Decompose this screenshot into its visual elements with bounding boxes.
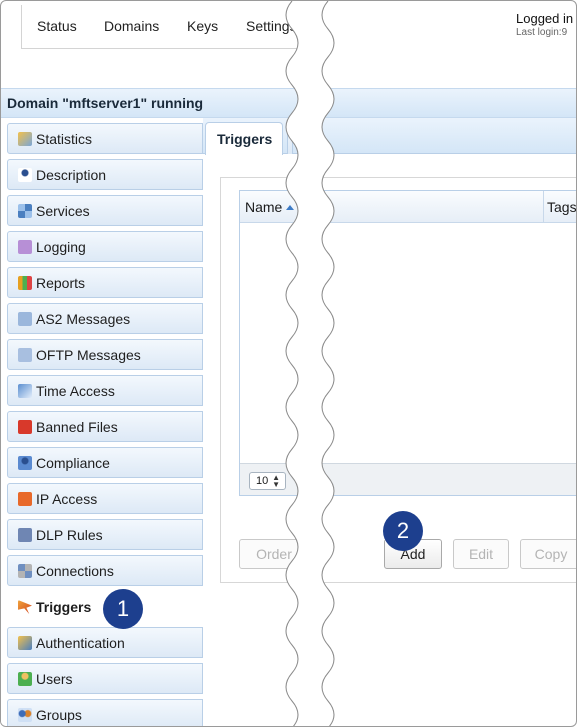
sidebar-item-ip-access[interactable]: IP Access bbox=[7, 483, 203, 514]
sidebar-item-label: Users bbox=[36, 671, 73, 687]
callout-badge-2: 2 bbox=[383, 511, 423, 551]
sidebar-item-label: Connections bbox=[36, 563, 114, 579]
services-icon bbox=[18, 204, 32, 218]
order-button[interactable]: Order bbox=[239, 539, 309, 569]
page-size-select[interactable]: 10 ▲ ▼ bbox=[249, 472, 286, 490]
sidebar-item-statistics[interactable]: Statistics bbox=[7, 123, 203, 154]
sidebar-item-authentication[interactable]: Authentication bbox=[7, 627, 203, 658]
sidebar-item-as2-messages[interactable]: AS2 Messages bbox=[7, 303, 203, 334]
triggers-grid: Name Tags 10 ▲ ▼ bbox=[239, 190, 576, 496]
sidebar-item-label: Statistics bbox=[36, 131, 93, 147]
compliance-icon bbox=[18, 456, 32, 470]
sidebar-item-services[interactable]: Services bbox=[7, 195, 203, 226]
sort-ascending-icon bbox=[286, 205, 294, 210]
sidebar-item-label: DLP Rules bbox=[36, 527, 103, 543]
column-header-tags[interactable]: Tags bbox=[547, 199, 576, 215]
authentication-icon bbox=[18, 636, 32, 650]
nav-domains[interactable]: Domains bbox=[104, 18, 159, 34]
sidebar-item-label: Description bbox=[36, 167, 107, 183]
sidebar-item-compliance[interactable]: Compliance bbox=[7, 447, 203, 478]
dlp-rules-icon bbox=[18, 528, 32, 542]
sidebar-item-label: AS2 Messages bbox=[36, 311, 131, 327]
sidebar-item-label: Groups bbox=[36, 707, 82, 723]
users-icon bbox=[18, 672, 32, 686]
nav-status[interactable]: Status bbox=[37, 18, 77, 34]
tab-label: Triggers bbox=[217, 131, 273, 147]
sidebar-item-label: Services bbox=[36, 203, 90, 219]
page-size-value: 10 bbox=[256, 475, 269, 487]
sidebar: Statistics Description Services Logging … bbox=[1, 118, 203, 726]
sidebar-item-users[interactable]: Users bbox=[7, 663, 203, 694]
sidebar-item-banned-files[interactable]: Banned Files bbox=[7, 411, 203, 442]
edit-button[interactable]: Edit bbox=[453, 539, 509, 569]
nav-keys[interactable]: Keys bbox=[187, 18, 218, 34]
connections-icon bbox=[18, 564, 32, 578]
sidebar-item-label: Reports bbox=[36, 275, 86, 291]
sidebar-item-label: Authentication bbox=[36, 635, 125, 651]
description-icon bbox=[18, 168, 32, 182]
sidebar-item-label: Logging bbox=[36, 239, 86, 255]
column-divider[interactable] bbox=[543, 191, 544, 223]
sidebar-item-time-access[interactable]: Time Access bbox=[7, 375, 203, 406]
oftp-messages-icon bbox=[18, 348, 32, 362]
sidebar-item-reports[interactable]: Reports bbox=[7, 267, 203, 298]
ip-access-icon bbox=[18, 492, 32, 506]
domain-header: Domain "mftserver1" running bbox=[1, 88, 576, 118]
sidebar-item-label: Time Access bbox=[36, 383, 115, 399]
as2-messages-icon bbox=[18, 312, 32, 326]
sidebar-item-connections[interactable]: Connections bbox=[7, 555, 203, 586]
tab-secondary[interactable] bbox=[287, 122, 293, 154]
spinner-arrows-icon: ▲ ▼ bbox=[272, 473, 280, 489]
grid-header: Name Tags bbox=[240, 191, 576, 223]
nav-settings[interactable]: Settings bbox=[246, 18, 297, 34]
copy-button[interactable]: Copy bbox=[520, 539, 576, 569]
sidebar-item-label: Banned Files bbox=[36, 419, 118, 435]
sidebar-item-groups[interactable]: Groups bbox=[7, 699, 203, 726]
top-navigation: Status Domains Keys Settings bbox=[21, 5, 311, 49]
banned-files-icon bbox=[18, 420, 32, 434]
callout-badge-1: 1 bbox=[103, 589, 143, 629]
logging-icon bbox=[18, 240, 32, 254]
login-status: Logged in bbox=[516, 11, 574, 26]
sidebar-item-dlp-rules[interactable]: DLP Rules bbox=[7, 519, 203, 550]
column-header-name[interactable]: Name bbox=[245, 199, 282, 215]
grid-pager: 10 ▲ ▼ bbox=[240, 463, 576, 495]
triggers-icon bbox=[18, 600, 32, 614]
sidebar-item-label: Triggers bbox=[36, 599, 92, 615]
sidebar-item-label: IP Access bbox=[36, 491, 98, 507]
last-login: Last login:9 bbox=[516, 27, 568, 38]
tab-triggers[interactable]: Triggers bbox=[205, 122, 283, 155]
sidebar-item-label: Compliance bbox=[36, 455, 110, 471]
domain-title: Domain "mftserver1" running bbox=[7, 95, 204, 111]
sidebar-item-oftp-messages[interactable]: OFTP Messages bbox=[7, 339, 203, 370]
login-info: Logged in Last login:9 bbox=[516, 11, 576, 38]
app-window: Status Domains Keys Settings Logged in L… bbox=[0, 0, 577, 727]
groups-icon bbox=[18, 708, 32, 722]
sidebar-item-label: OFTP Messages bbox=[36, 347, 141, 363]
sidebar-item-logging[interactable]: Logging bbox=[7, 231, 203, 262]
time-access-icon bbox=[18, 384, 32, 398]
statistics-icon bbox=[18, 132, 32, 146]
reports-icon bbox=[18, 276, 32, 290]
sidebar-item-description[interactable]: Description bbox=[7, 159, 203, 190]
